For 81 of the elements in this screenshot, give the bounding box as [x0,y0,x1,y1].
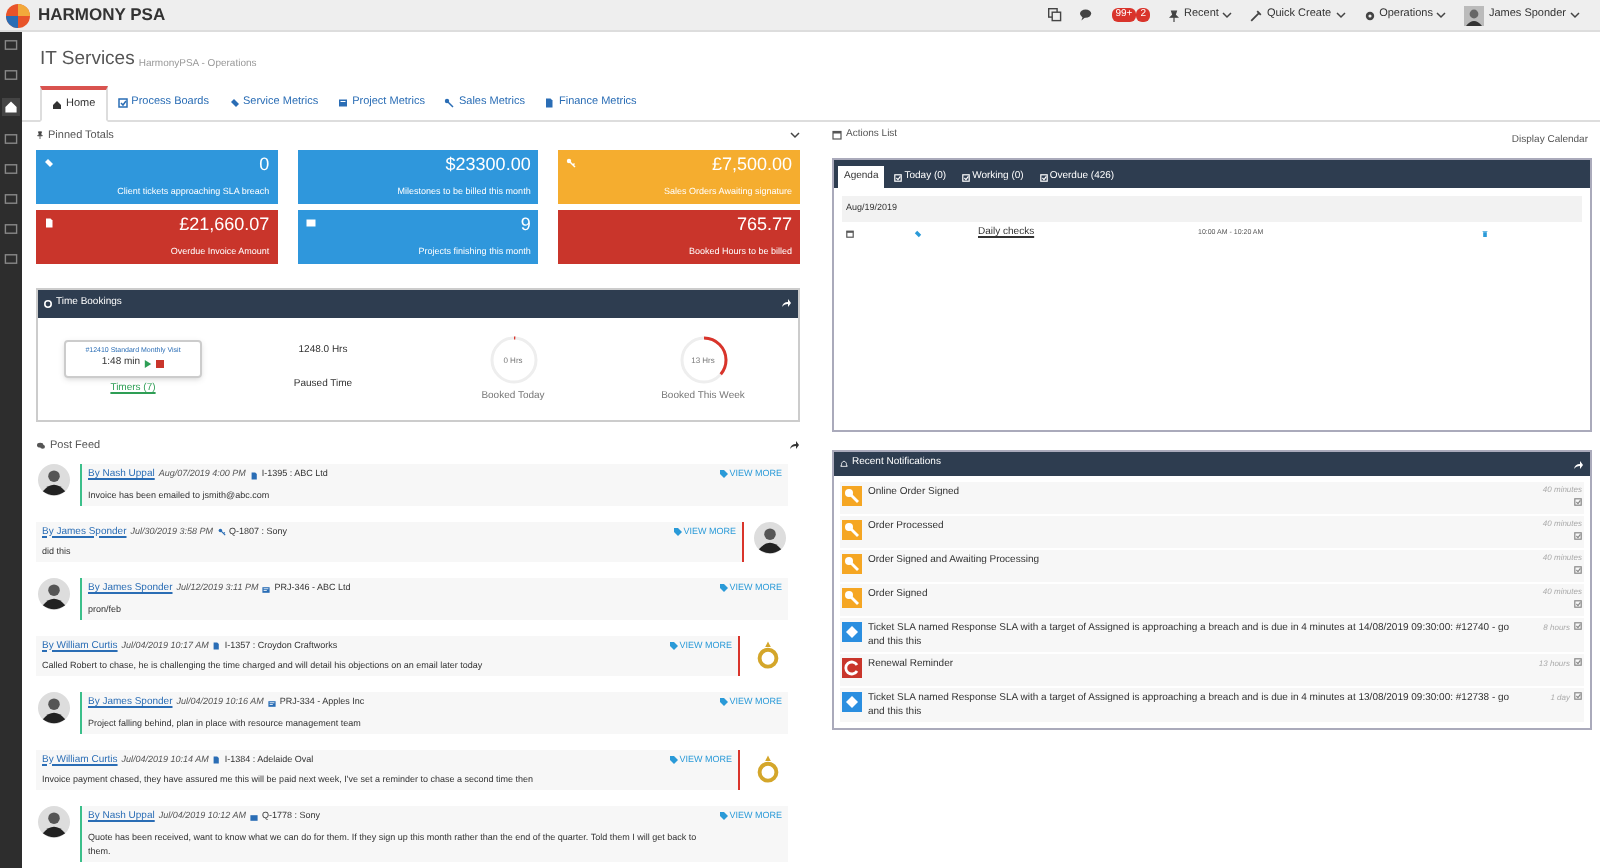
metric-value: 765.77 [736,213,792,236]
sidebar-icon[interactable] [4,222,18,236]
sidebar-icon[interactable] [4,192,18,206]
card-icon [249,813,258,822]
logo-icon [6,3,30,27]
metric-value: $23300.00 [445,153,531,176]
checkbox-icon[interactable] [1574,600,1582,608]
checkbox-icon [962,173,971,181]
document-icon [44,217,54,228]
sidebar-icon[interactable] [4,38,18,52]
brand-name: HARMONY PSA [38,2,166,28]
checkbox-icon[interactable] [1574,622,1582,630]
caret-icon [1335,10,1346,20]
progress-ring [487,333,539,385]
sidebar-icon[interactable] [4,252,18,266]
tag-icon [719,812,728,821]
stop-icon[interactable] [156,360,165,369]
checkbox-icon [1039,173,1048,181]
chart-icon [262,585,271,594]
checkbox-icon [117,97,128,108]
metric-value: 9 [520,213,531,236]
avatar-icon [38,806,70,838]
checkbox-icon[interactable] [1574,566,1582,574]
chart-icon [267,699,276,708]
share-icon[interactable] [1572,459,1584,469]
chat-icon[interactable] [1079,8,1094,22]
page-title: IT Services [40,46,135,74]
clock-icon [44,299,52,308]
share-icon[interactable] [788,440,800,451]
caret-icon [1570,10,1580,20]
metric-value: £21,660.07 [179,213,270,236]
chat-icon [36,441,46,450]
tag-icon [669,641,678,650]
caret-icon [1436,10,1447,20]
ticket-icon [229,97,239,108]
document-icon [544,97,555,108]
key-icon [566,157,577,168]
trash-icon[interactable] [1482,229,1488,237]
ticket-icon [914,229,922,237]
tag-icon [719,584,728,593]
document-icon [212,756,221,765]
pin-icon [36,130,44,141]
avatar-icon [38,578,70,610]
gear-icon [1363,9,1376,21]
checkbox-icon[interactable] [1574,658,1582,666]
checkbox-icon [894,173,903,181]
calendar-icon [832,129,842,140]
pin-icon [1168,9,1181,21]
chart-icon [338,97,349,108]
sidebar-icon[interactable] [4,162,18,176]
home-icon[interactable] [2,98,20,116]
tag-icon [719,470,728,479]
chart-icon [305,217,316,228]
avatar-icon [38,464,70,496]
avatar-icon [1464,5,1485,25]
checkbox-icon[interactable] [1574,532,1582,540]
share-icon[interactable] [780,298,792,309]
document-icon [212,642,221,651]
sidebar-icon[interactable] [4,68,18,82]
key-icon [444,97,455,108]
metric-value: £7,500.00 [711,153,792,176]
key-icon [217,528,226,537]
avatar-icon [38,692,70,724]
metric-value: 0 [259,153,270,176]
caret-icon [1222,10,1233,20]
calendar-icon [846,229,854,237]
checkbox-icon[interactable] [1574,498,1582,506]
tag-icon [673,527,682,536]
pencil-icon [1250,9,1263,21]
ticket-icon [44,157,54,168]
tag-icon [669,755,678,764]
home-icon [52,99,62,110]
sidebar-icon[interactable] [4,132,18,146]
avatar-icon [754,521,786,553]
checkbox-icon[interactable] [1574,692,1582,700]
copy-icon[interactable] [1047,8,1062,22]
document-icon [249,471,258,480]
play-icon[interactable] [144,360,153,369]
progress-ring [677,333,729,385]
collapse-icon[interactable] [790,130,800,141]
tag-icon [719,698,728,707]
